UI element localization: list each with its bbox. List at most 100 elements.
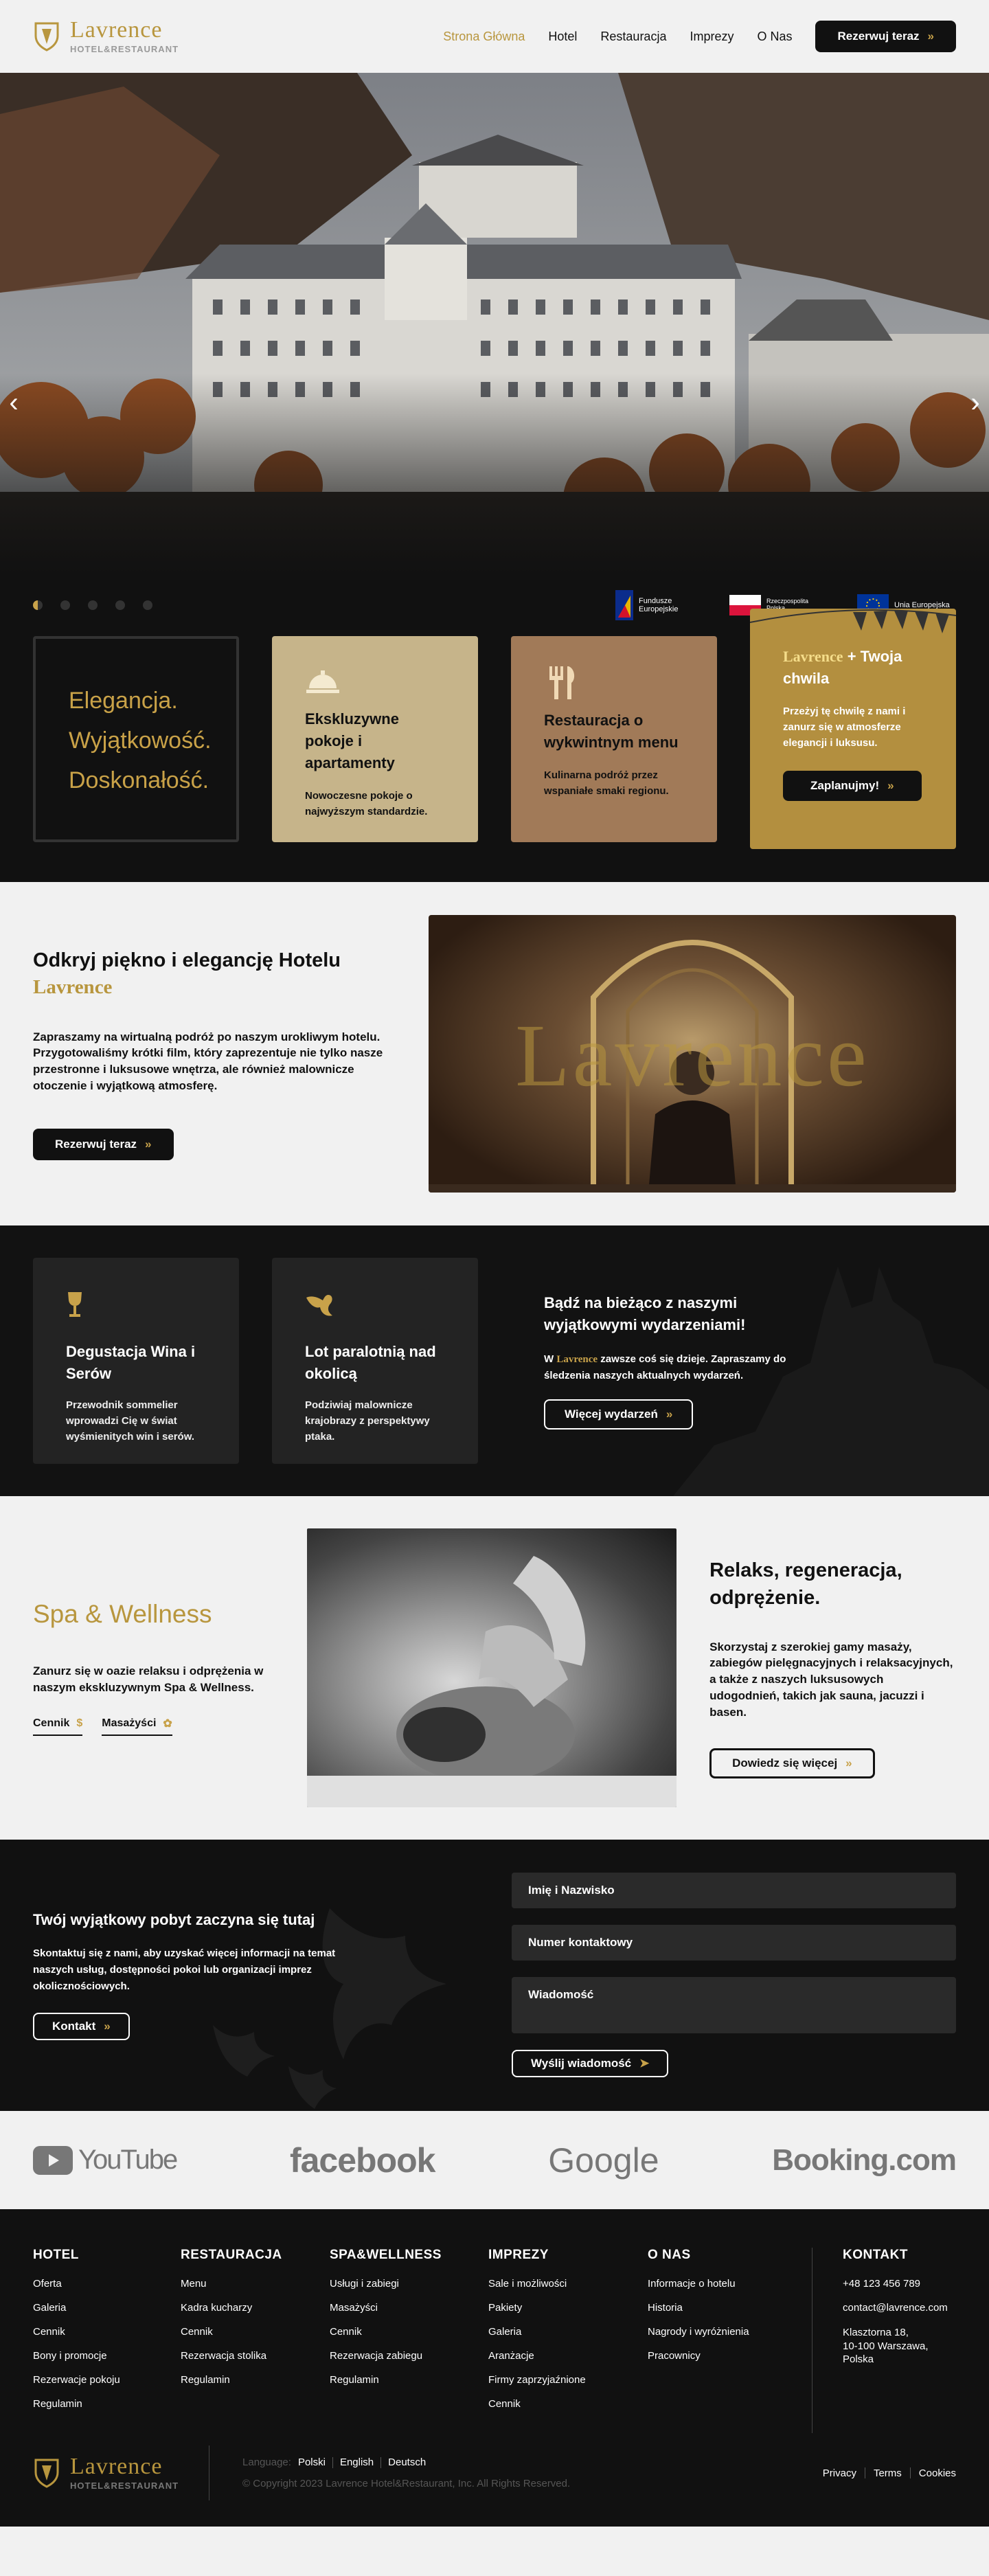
- lang-english[interactable]: English: [340, 2456, 374, 2468]
- restaurant-card[interactable]: Restauracja o wykwintnym menu Kulinarna …: [511, 636, 717, 842]
- youtube-label: YouTube: [78, 2145, 178, 2175]
- booking-link[interactable]: Booking.com: [772, 2143, 957, 2178]
- divider: [332, 2456, 333, 2468]
- message-field[interactable]: Wiadomość: [512, 1977, 956, 2033]
- rooms-card[interactable]: Ekskluzywne pokoje i apartamenty Nowocze…: [272, 636, 478, 842]
- motto-line: Elegancja.: [69, 688, 178, 714]
- nav-restaurant[interactable]: Restauracja: [600, 30, 666, 44]
- footer-brand-name: Lavrence: [70, 2454, 163, 2479]
- footer-col-spa: SPA&WELLNESS Usługi i zabiegi Masażyści …: [330, 2248, 488, 2433]
- wine-glass-icon: [68, 1292, 82, 1317]
- rooms-card-title: Ekskluzywne pokoje i apartamenty: [305, 710, 399, 771]
- footer-heading: SPA&WELLNESS: [330, 2248, 442, 2262]
- footer-link[interactable]: Informacje o hotelu: [648, 2278, 812, 2290]
- footer-link[interactable]: Pakiety: [488, 2302, 648, 2314]
- spa-masseurs-link[interactable]: Masażyści ✿: [102, 1717, 172, 1736]
- footer-col-restaurant: RESTAURACJA Menu Kadra kucharzy Cennik R…: [181, 2248, 330, 2433]
- youtube-link[interactable]: YouTube: [33, 2145, 178, 2176]
- service-bell-icon: [306, 670, 339, 693]
- promo-card[interactable]: Lavrence + Twoja chwila Przeżyj tę chwil…: [750, 609, 956, 849]
- footer-link[interactable]: Galeria: [33, 2302, 181, 2314]
- massage-photo: [306, 1528, 677, 1807]
- wine-tasting-card[interactable]: Degustacja Wina i Serów Przewodnik somme…: [33, 1258, 239, 1464]
- lang-polski[interactable]: Polski: [298, 2456, 326, 2468]
- spa-title: Spa & Wellness: [33, 1600, 212, 1629]
- footer-link[interactable]: Regulamin: [33, 2398, 181, 2410]
- footer-link[interactable]: Masażyści: [330, 2302, 488, 2314]
- hotel-video-player[interactable]: Lavrence: [429, 915, 956, 1193]
- footer-link[interactable]: Usługi i zabiegi: [330, 2278, 488, 2290]
- footer-link[interactable]: Bony i promocje: [33, 2350, 181, 2362]
- main-nav: Strona Główna Hotel Restauracja Imprezy …: [443, 21, 956, 52]
- footer-link[interactable]: Cennik: [488, 2398, 648, 2410]
- spa-section: Spa & Wellness Zanurz się w oazie relaks…: [0, 1496, 989, 1840]
- footer-heading: RESTAURACJA: [181, 2248, 282, 2262]
- footer-link[interactable]: Pracownicy: [648, 2350, 812, 2362]
- phone-field[interactable]: Numer kontaktowy: [512, 1925, 956, 1961]
- slider-next-arrow[interactable]: ›: [962, 382, 989, 423]
- site-footer: HOTEL Oferta Galeria Cennik Bony i promo…: [0, 2209, 989, 2527]
- footer-link[interactable]: Oferta: [33, 2278, 181, 2290]
- footer-link[interactable]: Cennik: [330, 2326, 488, 2338]
- footer-link[interactable]: Regulamin: [330, 2374, 488, 2386]
- paper-plane-icon: ➤: [639, 2057, 650, 2070]
- footer-link[interactable]: Historia: [648, 2302, 812, 2314]
- nav-home[interactable]: Strona Główna: [443, 30, 525, 44]
- wine-card-text: Przewodnik sommelier wprowadzi Cię w świ…: [66, 1399, 195, 1443]
- footer-link[interactable]: Aranżacje: [488, 2350, 648, 2362]
- footer-link[interactable]: Rezerwacje pokoju: [33, 2374, 181, 2386]
- footer-heading: HOTEL: [33, 2248, 79, 2262]
- divider: [909, 2467, 911, 2478]
- footer-link[interactable]: Rezerwacja zabiegu: [330, 2350, 488, 2362]
- footer-email[interactable]: contact@lavrence.com: [843, 2302, 948, 2314]
- footer-link[interactable]: Cennik: [33, 2326, 181, 2338]
- lang-deutsch[interactable]: Deutsch: [388, 2456, 426, 2468]
- terms-link[interactable]: Terms: [874, 2467, 902, 2479]
- discover-reserve-button[interactable]: Rezerwuj teraz »: [33, 1128, 174, 1160]
- youtube-icon: [33, 2145, 73, 2175]
- spa-learn-more-button[interactable]: Dowiedz się więcej »: [709, 1748, 875, 1778]
- footer-link[interactable]: Firmy zaprzyjaźnione: [488, 2374, 648, 2386]
- name-field[interactable]: Imię i Nazwisko: [512, 1873, 956, 1908]
- news-brand: Lavrence: [556, 1354, 598, 1366]
- footer-link[interactable]: Kadra kucharzy: [181, 2302, 330, 2314]
- events-news-text: W Lavrence zawsze coś się dzieje. Zapras…: [544, 1351, 832, 1384]
- footer-phone[interactable]: +48 123 456 789: [843, 2278, 948, 2290]
- spa-pricing-link[interactable]: Cennik $: [33, 1717, 83, 1736]
- reserve-now-button[interactable]: Rezerwuj teraz »: [815, 21, 956, 52]
- footer-brand-subtitle: HOTEL&RESTAURANT: [70, 2481, 179, 2491]
- brand-subtitle: HOTEL&RESTAURANT: [70, 44, 179, 54]
- more-events-button[interactable]: Więcej wydarzeń »: [544, 1399, 694, 1430]
- events-section: Degustacja Wina i Serów Przewodnik somme…: [0, 1225, 989, 1496]
- contact-button[interactable]: Kontakt »: [33, 2012, 130, 2040]
- plan-button[interactable]: Zaplanujmy! »: [783, 770, 922, 801]
- footer-col-contact: KONTAKT +48 123 456 789 contact@lavrence…: [812, 2248, 948, 2433]
- footer-link[interactable]: Regulamin: [181, 2374, 330, 2386]
- brand-logo[interactable]: Lavrence HOTEL&RESTAURANT: [33, 19, 179, 54]
- google-link[interactable]: Google: [548, 2140, 659, 2180]
- footer-link[interactable]: Cennik: [181, 2326, 330, 2338]
- footer-heading: IMPREZY: [488, 2248, 549, 2262]
- footer-col-hotel: HOTEL Oferta Galeria Cennik Bony i promo…: [33, 2248, 181, 2433]
- paraglide-card[interactable]: Lot paralotnią nad okolicą Podziwiaj mal…: [272, 1258, 478, 1464]
- send-message-label: Wyślij wiadomość: [531, 2057, 632, 2070]
- footer-logo[interactable]: Lavrence HOTEL&RESTAURANT: [33, 2445, 210, 2500]
- nav-about[interactable]: O Nas: [757, 30, 792, 44]
- discover-brand: Lavrence: [33, 976, 113, 999]
- language-label: Language:: [242, 2456, 291, 2468]
- brand-name: Lavrence: [70, 17, 163, 43]
- slider-prev-arrow[interactable]: ‹: [0, 382, 27, 423]
- footer-link[interactable]: Menu: [181, 2278, 330, 2290]
- divider: [380, 2456, 382, 2468]
- footer-link[interactable]: Galeria: [488, 2326, 648, 2338]
- footer-link[interactable]: Sale i możliwości: [488, 2278, 648, 2290]
- privacy-link[interactable]: Privacy: [823, 2467, 856, 2479]
- nav-hotel[interactable]: Hotel: [548, 30, 577, 44]
- cookies-link[interactable]: Cookies: [919, 2467, 956, 2479]
- footer-link[interactable]: Nagrody i wyróżnienia: [648, 2326, 812, 2338]
- footer-link[interactable]: Rezerwacja stolika: [181, 2350, 330, 2362]
- facebook-link[interactable]: facebook: [290, 2140, 436, 2180]
- nav-events[interactable]: Imprezy: [690, 30, 734, 44]
- massage-image: [306, 1556, 677, 1807]
- send-message-button[interactable]: Wyślij wiadomość ➤: [512, 2050, 669, 2077]
